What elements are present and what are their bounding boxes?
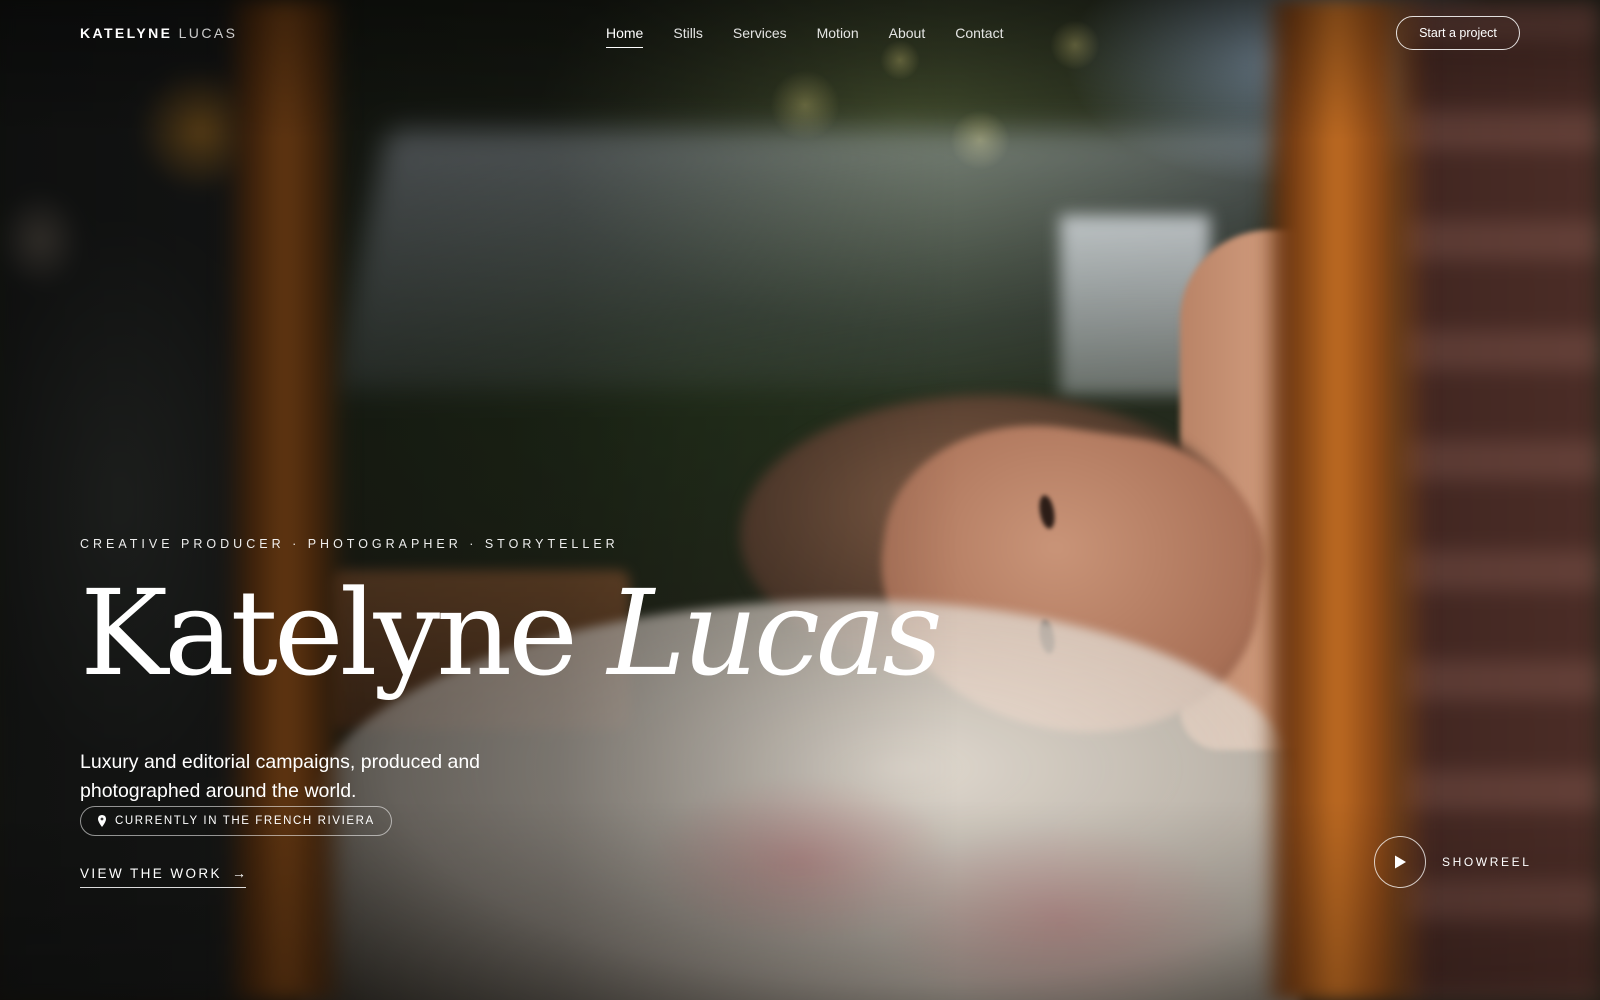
location-label: CURRENTLY IN THE FRENCH RIVIERA: [115, 815, 375, 827]
nav-item-motion[interactable]: Motion: [817, 24, 859, 48]
nav-item-services[interactable]: Services: [733, 24, 787, 48]
arrow-right-icon: →: [231, 865, 246, 881]
nav-item-home[interactable]: Home: [606, 24, 644, 48]
brand-logo[interactable]: KATELYNE LUCAS: [80, 25, 237, 41]
hero-eyebrow: CREATIVE PRODUCER · PHOTOGRAPHER · STORY…: [80, 537, 619, 551]
map-pin-icon: [98, 815, 106, 827]
top-navigation: KATELYNE LUCAS Home Stills Services Moti…: [0, 0, 1600, 66]
nav-item-contact[interactable]: Contact: [955, 24, 1003, 48]
nav-item-about[interactable]: About: [889, 24, 926, 48]
hero-title-first: Katelyne: [80, 564, 578, 702]
showreel-button[interactable]: SHOWREEL: [1374, 836, 1531, 888]
main-menu: Home Stills Services Motion About Contac…: [606, 24, 1033, 48]
hero-subtitle: Luxury and editorial campaigns, produced…: [80, 750, 481, 802]
nav-item-stills[interactable]: Stills: [673, 24, 703, 48]
view-work-link[interactable]: VIEW THE WORK →: [80, 865, 246, 888]
location-badge: CURRENTLY IN THE FRENCH RIVIERA: [80, 806, 392, 836]
brand-first-name: KATELYNE: [80, 25, 173, 41]
play-button[interactable]: [1374, 836, 1426, 888]
hero-title: Katelyne Lucas: [80, 568, 943, 698]
hero-title-last: Lucas: [607, 564, 943, 702]
hero-background-image: [0, 0, 1600, 1000]
brand-last-name: LUCAS: [178, 25, 238, 41]
view-work-label: VIEW THE WORK: [80, 865, 222, 881]
showreel-label: SHOWREEL: [1442, 855, 1532, 869]
start-project-button[interactable]: Start a project: [1396, 16, 1520, 50]
play-icon: [1395, 855, 1406, 869]
